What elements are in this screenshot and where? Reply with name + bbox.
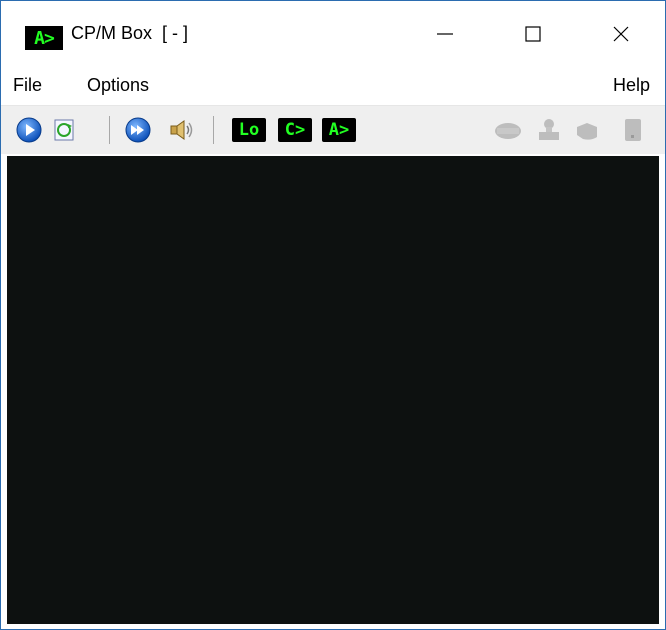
- toolbar-separator: [109, 116, 110, 144]
- drive-icon: [495, 123, 521, 139]
- app-icon: A>: [25, 26, 63, 50]
- maximize-icon: [525, 26, 541, 42]
- fast-forward-button[interactable]: [123, 116, 153, 144]
- speaker-icon: [170, 120, 193, 140]
- hand-button[interactable]: [571, 116, 603, 144]
- a-drive-button[interactable]: A>: [321, 116, 357, 144]
- stamp-icon: [539, 119, 559, 140]
- minimize-button[interactable]: [401, 1, 489, 67]
- close-icon: [613, 26, 629, 42]
- sound-button[interactable]: [167, 116, 197, 144]
- maximize-button[interactable]: [489, 1, 577, 67]
- refresh-icon: [54, 119, 74, 141]
- stamp-button[interactable]: [533, 116, 563, 144]
- c-prompt-label: C>: [284, 120, 306, 140]
- tape-button[interactable]: [621, 116, 645, 144]
- menu-help[interactable]: Help: [613, 75, 650, 96]
- title-bar[interactable]: A> CP/M Box [ - ]: [1, 1, 665, 67]
- menu-bar: File Options Help: [1, 67, 665, 103]
- a-drive-icon: A>: [322, 118, 356, 142]
- lo-button[interactable]: Lo: [231, 116, 267, 144]
- app-icon-text: A>: [34, 27, 55, 49]
- play-icon: [16, 117, 42, 143]
- hand-icon: [577, 123, 597, 140]
- lo-label: Lo: [238, 120, 260, 140]
- close-button[interactable]: [577, 1, 665, 67]
- refresh-button[interactable]: [51, 116, 77, 144]
- toolbar-separator: [213, 116, 214, 144]
- menu-file[interactable]: File: [13, 75, 42, 96]
- window-title: CP/M Box [ - ]: [71, 23, 189, 43]
- tape-icon: [625, 119, 641, 141]
- terminal-screen[interactable]: [7, 156, 659, 624]
- c-drive-button[interactable]: C>: [277, 116, 313, 144]
- lo-icon: Lo: [232, 118, 266, 142]
- menu-options[interactable]: Options: [87, 75, 149, 96]
- c-drive-icon: C>: [278, 118, 312, 142]
- app-window: A> CP/M Box [ - ] File Options Help Lo C…: [0, 0, 666, 630]
- a-prompt-label: A>: [328, 120, 350, 140]
- minimize-icon: [437, 33, 453, 35]
- drive-button[interactable]: [491, 116, 525, 144]
- toolbar: Lo C> A>: [1, 105, 665, 154]
- fast-forward-icon: [125, 117, 151, 143]
- play-button[interactable]: [15, 116, 43, 144]
